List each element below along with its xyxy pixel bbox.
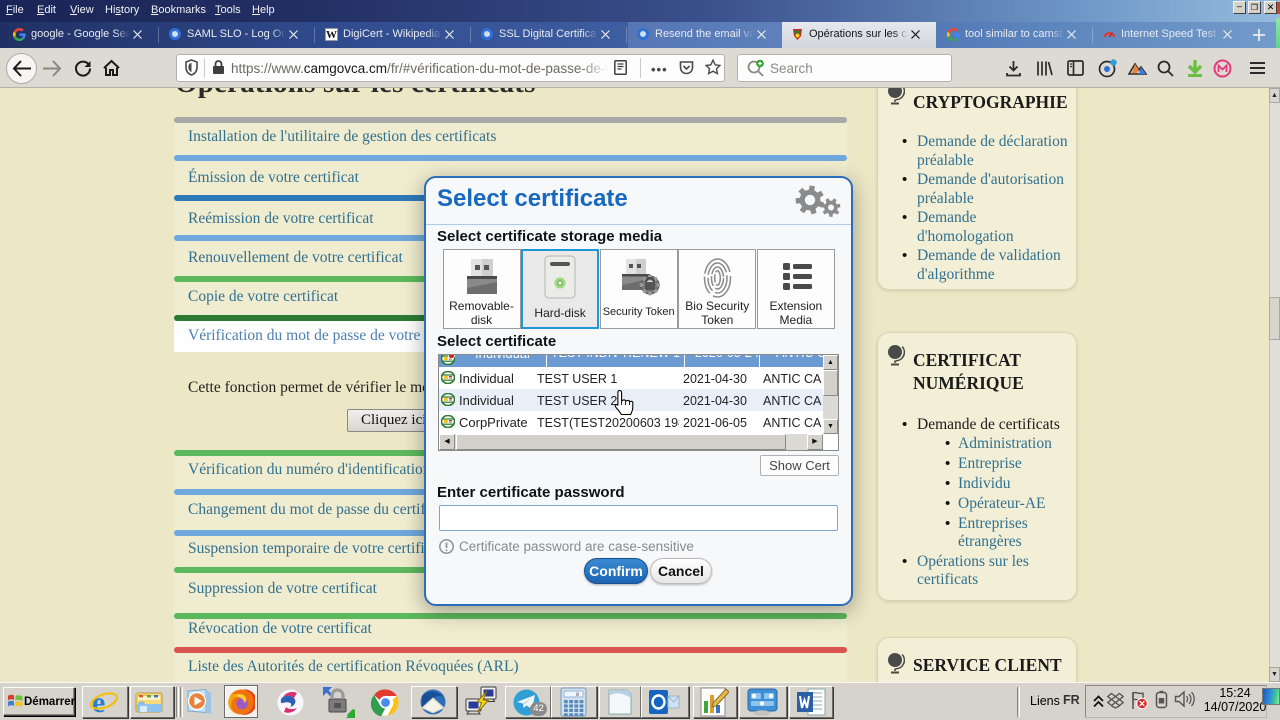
- svg-text:0: 0: [576, 692, 579, 698]
- svg-text:e: e: [92, 688, 105, 716]
